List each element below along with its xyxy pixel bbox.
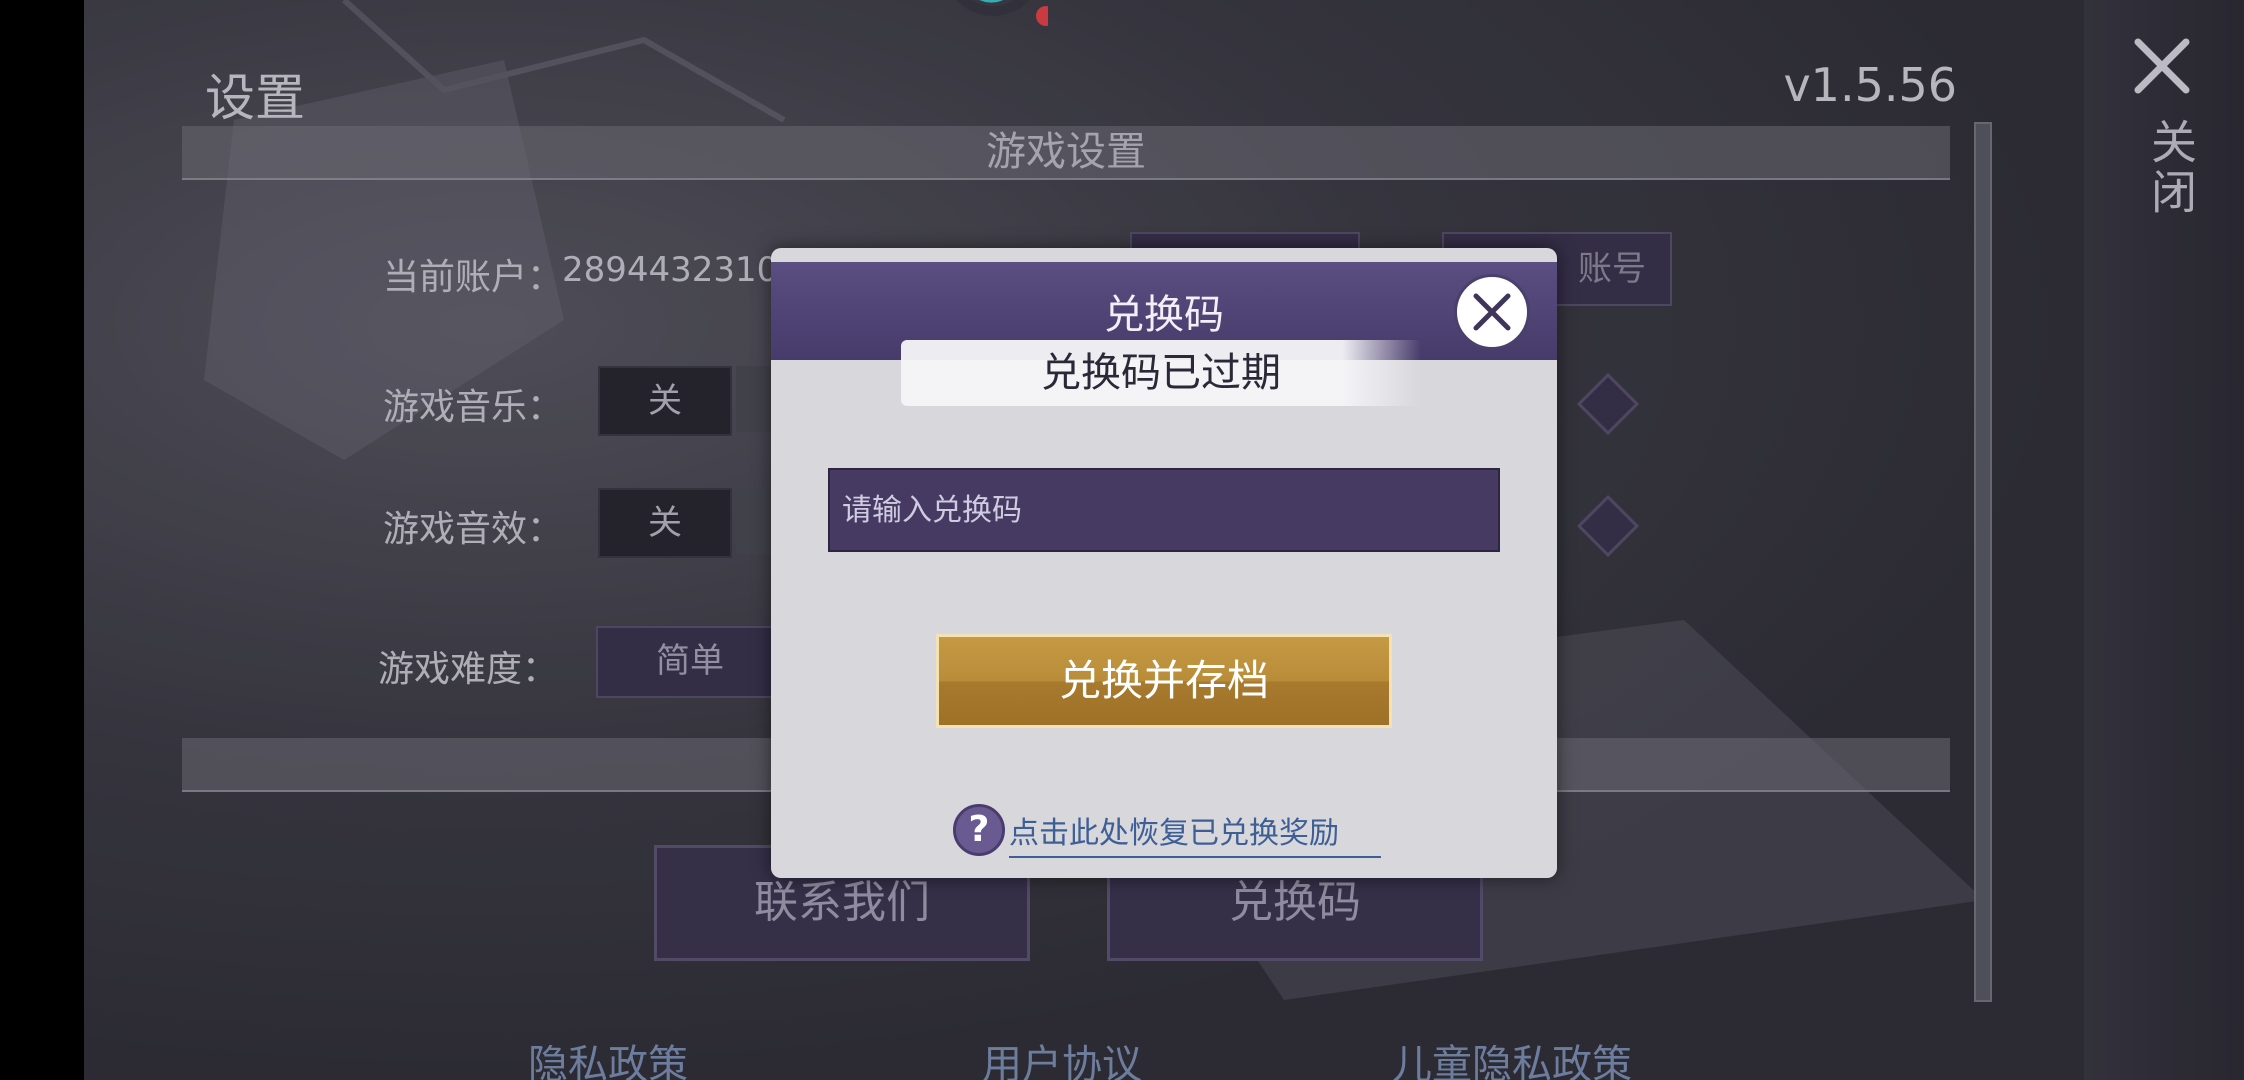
dialog-close-button[interactable] — [1454, 274, 1530, 350]
redeem-code-dialog: 兑换码 兑换码已过期 兑换并存档 ? 点击此处恢复已兑换奖励 — [771, 248, 1557, 878]
dialog-title: 兑换码 — [1104, 292, 1224, 338]
help-icon[interactable]: ? — [953, 804, 1005, 856]
restore-rewards-link[interactable]: 点击此处恢复已兑换奖励 — [1009, 808, 1381, 858]
close-icon — [1473, 293, 1511, 331]
redeem-and-save-button[interactable]: 兑换并存档 — [936, 634, 1392, 728]
expired-toast: 兑换码已过期 — [901, 340, 1421, 406]
redeem-code-input[interactable] — [828, 468, 1500, 552]
